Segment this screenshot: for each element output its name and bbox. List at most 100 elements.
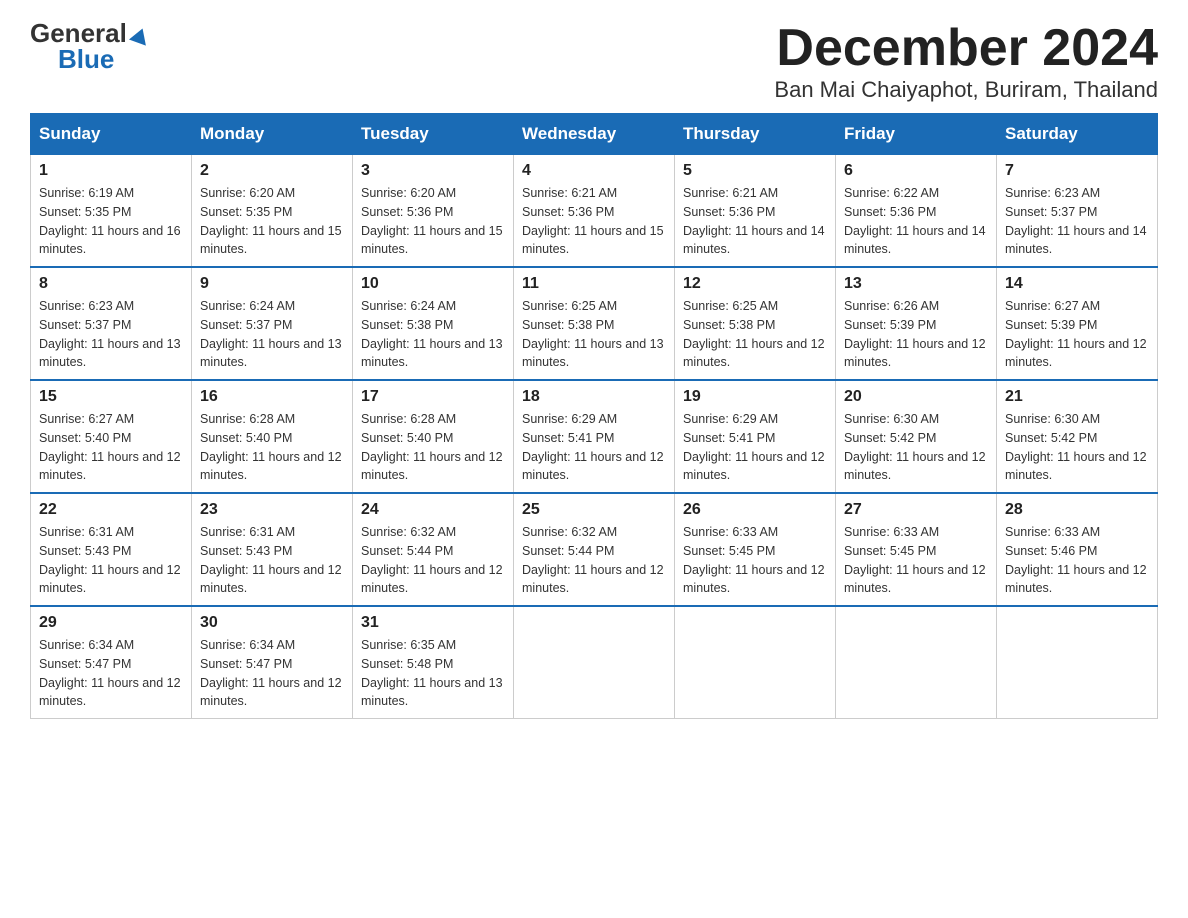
calendar-cell <box>836 606 997 719</box>
week-row-3: 15Sunrise: 6:27 AMSunset: 5:40 PMDayligh… <box>31 380 1158 493</box>
calendar-subtitle: Ban Mai Chaiyaphot, Buriram, Thailand <box>774 77 1158 103</box>
calendar-cell: 23 Sunrise: 6:31 AMSunset: 5:43 PMDayligh… <box>192 493 353 606</box>
day-info: Sunrise: 6:31 AMSunset: 5:43 PMDaylight:… <box>200 523 344 598</box>
day-info: Sunrise: 6:29 AMSunset: 5:41 PMDaylight:… <box>522 410 666 485</box>
calendar-cell: 16 Sunrise: 6:28 AMSunset: 5:40 PMDayligh… <box>192 380 353 493</box>
calendar-header-row: SundayMondayTuesdayWednesdayThursdayFrid… <box>31 114 1158 155</box>
logo-blue-text: Blue <box>58 46 114 72</box>
day-number: 4 <box>522 162 666 180</box>
day-info: Sunrise: 6:28 AMSunset: 5:40 PMDaylight:… <box>200 410 344 485</box>
header-tuesday: Tuesday <box>353 114 514 155</box>
day-info: Sunrise: 6:34 AMSunset: 5:47 PMDaylight:… <box>200 636 344 711</box>
header-sunday: Sunday <box>31 114 192 155</box>
calendar-cell: 26Sunrise: 6:33 AMSunset: 5:45 PMDayligh… <box>675 493 836 606</box>
calendar-cell: 10 Sunrise: 6:24 AMSunset: 5:38 PMDayligh… <box>353 267 514 380</box>
day-number: 12 <box>683 275 827 293</box>
page-header: General Blue December 2024 Ban Mai Chaiy… <box>30 20 1158 103</box>
day-number: 8 <box>39 275 183 293</box>
day-number: 15 <box>39 388 183 406</box>
day-info: Sunrise: 6:29 AMSunset: 5:41 PMDaylight:… <box>683 410 827 485</box>
day-number: 29 <box>39 614 183 632</box>
day-info: Sunrise: 6:21 AMSunset: 5:36 PMDaylight:… <box>683 184 827 259</box>
day-number: 11 <box>522 275 666 293</box>
day-info: Sunrise: 6:30 AMSunset: 5:42 PMDaylight:… <box>1005 410 1149 485</box>
header-saturday: Saturday <box>997 114 1158 155</box>
day-info: Sunrise: 6:24 AMSunset: 5:38 PMDaylight:… <box>361 297 505 372</box>
day-info: Sunrise: 6:20 AMSunset: 5:36 PMDaylight:… <box>361 184 505 259</box>
day-info: Sunrise: 6:21 AMSunset: 5:36 PMDaylight:… <box>522 184 666 259</box>
logo: General Blue <box>30 20 149 72</box>
logo-general-text: General <box>30 20 149 46</box>
day-number: 31 <box>361 614 505 632</box>
calendar-cell: 31 Sunrise: 6:35 AMSunset: 5:48 PMDayligh… <box>353 606 514 719</box>
day-info: Sunrise: 6:32 AMSunset: 5:44 PMDaylight:… <box>361 523 505 598</box>
day-info: Sunrise: 6:31 AMSunset: 5:43 PMDaylight:… <box>39 523 183 598</box>
calendar-title: December 2024 <box>774 20 1158 77</box>
calendar-cell: 19Sunrise: 6:29 AMSunset: 5:41 PMDayligh… <box>675 380 836 493</box>
day-info: Sunrise: 6:20 AMSunset: 5:35 PMDaylight:… <box>200 184 344 259</box>
calendar-cell: 22 Sunrise: 6:31 AMSunset: 5:43 PMDayligh… <box>31 493 192 606</box>
calendar-cell: 11 Sunrise: 6:25 AMSunset: 5:38 PMDayligh… <box>514 267 675 380</box>
day-number: 5 <box>683 162 827 180</box>
day-info: Sunrise: 6:27 AMSunset: 5:39 PMDaylight:… <box>1005 297 1149 372</box>
day-number: 17 <box>361 388 505 406</box>
calendar-cell: 14Sunrise: 6:27 AMSunset: 5:39 PMDayligh… <box>997 267 1158 380</box>
calendar-cell <box>997 606 1158 719</box>
day-info: Sunrise: 6:33 AMSunset: 5:46 PMDaylight:… <box>1005 523 1149 598</box>
calendar-cell: 4 Sunrise: 6:21 AMSunset: 5:36 PMDaylight… <box>514 155 675 268</box>
calendar-cell: 21 Sunrise: 6:30 AMSunset: 5:42 PMDayligh… <box>997 380 1158 493</box>
day-info: Sunrise: 6:34 AMSunset: 5:47 PMDaylight:… <box>39 636 183 711</box>
day-number: 1 <box>39 162 183 180</box>
day-number: 10 <box>361 275 505 293</box>
day-number: 21 <box>1005 388 1149 406</box>
calendar-cell: 7 Sunrise: 6:23 AMSunset: 5:37 PMDaylight… <box>997 155 1158 268</box>
day-info: Sunrise: 6:28 AMSunset: 5:40 PMDaylight:… <box>361 410 505 485</box>
calendar-cell: 6Sunrise: 6:22 AMSunset: 5:36 PMDaylight… <box>836 155 997 268</box>
day-info: Sunrise: 6:23 AMSunset: 5:37 PMDaylight:… <box>1005 184 1149 259</box>
calendar-cell: 20 Sunrise: 6:30 AMSunset: 5:42 PMDayligh… <box>836 380 997 493</box>
day-info: Sunrise: 6:35 AMSunset: 5:48 PMDaylight:… <box>361 636 505 711</box>
calendar-cell: 15Sunrise: 6:27 AMSunset: 5:40 PMDayligh… <box>31 380 192 493</box>
day-info: Sunrise: 6:30 AMSunset: 5:42 PMDaylight:… <box>844 410 988 485</box>
calendar-cell: 12 Sunrise: 6:25 AMSunset: 5:38 PMDayligh… <box>675 267 836 380</box>
day-number: 9 <box>200 275 344 293</box>
calendar-cell: 13 Sunrise: 6:26 AMSunset: 5:39 PMDayligh… <box>836 267 997 380</box>
day-info: Sunrise: 6:25 AMSunset: 5:38 PMDaylight:… <box>683 297 827 372</box>
day-number: 27 <box>844 501 988 519</box>
day-number: 7 <box>1005 162 1149 180</box>
calendar-cell: 30 Sunrise: 6:34 AMSunset: 5:47 PMDayligh… <box>192 606 353 719</box>
day-number: 16 <box>200 388 344 406</box>
header-wednesday: Wednesday <box>514 114 675 155</box>
day-number: 18 <box>522 388 666 406</box>
calendar-cell: 17 Sunrise: 6:28 AMSunset: 5:40 PMDayligh… <box>353 380 514 493</box>
calendar-cell <box>675 606 836 719</box>
day-number: 26 <box>683 501 827 519</box>
calendar-cell: 2Sunrise: 6:20 AMSunset: 5:35 PMDaylight… <box>192 155 353 268</box>
title-block: December 2024 Ban Mai Chaiyaphot, Burira… <box>774 20 1158 103</box>
header-thursday: Thursday <box>675 114 836 155</box>
day-number: 28 <box>1005 501 1149 519</box>
day-info: Sunrise: 6:32 AMSunset: 5:44 PMDaylight:… <box>522 523 666 598</box>
calendar-cell: 3 Sunrise: 6:20 AMSunset: 5:36 PMDaylight… <box>353 155 514 268</box>
day-number: 30 <box>200 614 344 632</box>
calendar-cell: 9 Sunrise: 6:24 AMSunset: 5:37 PMDaylight… <box>192 267 353 380</box>
day-number: 3 <box>361 162 505 180</box>
calendar-cell: 28 Sunrise: 6:33 AMSunset: 5:46 PMDayligh… <box>997 493 1158 606</box>
day-info: Sunrise: 6:25 AMSunset: 5:38 PMDaylight:… <box>522 297 666 372</box>
day-number: 22 <box>39 501 183 519</box>
calendar-cell: 27Sunrise: 6:33 AMSunset: 5:45 PMDayligh… <box>836 493 997 606</box>
day-info: Sunrise: 6:22 AMSunset: 5:36 PMDaylight:… <box>844 184 988 259</box>
calendar-cell: 5 Sunrise: 6:21 AMSunset: 5:36 PMDaylight… <box>675 155 836 268</box>
day-number: 13 <box>844 275 988 293</box>
header-monday: Monday <box>192 114 353 155</box>
day-number: 20 <box>844 388 988 406</box>
calendar-cell: 18 Sunrise: 6:29 AMSunset: 5:41 PMDayligh… <box>514 380 675 493</box>
week-row-5: 29 Sunrise: 6:34 AMSunset: 5:47 PMDayligh… <box>31 606 1158 719</box>
calendar-table: SundayMondayTuesdayWednesdayThursdayFrid… <box>30 113 1158 719</box>
day-number: 25 <box>522 501 666 519</box>
header-friday: Friday <box>836 114 997 155</box>
day-number: 23 <box>200 501 344 519</box>
week-row-4: 22 Sunrise: 6:31 AMSunset: 5:43 PMDayligh… <box>31 493 1158 606</box>
day-info: Sunrise: 6:24 AMSunset: 5:37 PMDaylight:… <box>200 297 344 372</box>
day-info: Sunrise: 6:26 AMSunset: 5:39 PMDaylight:… <box>844 297 988 372</box>
